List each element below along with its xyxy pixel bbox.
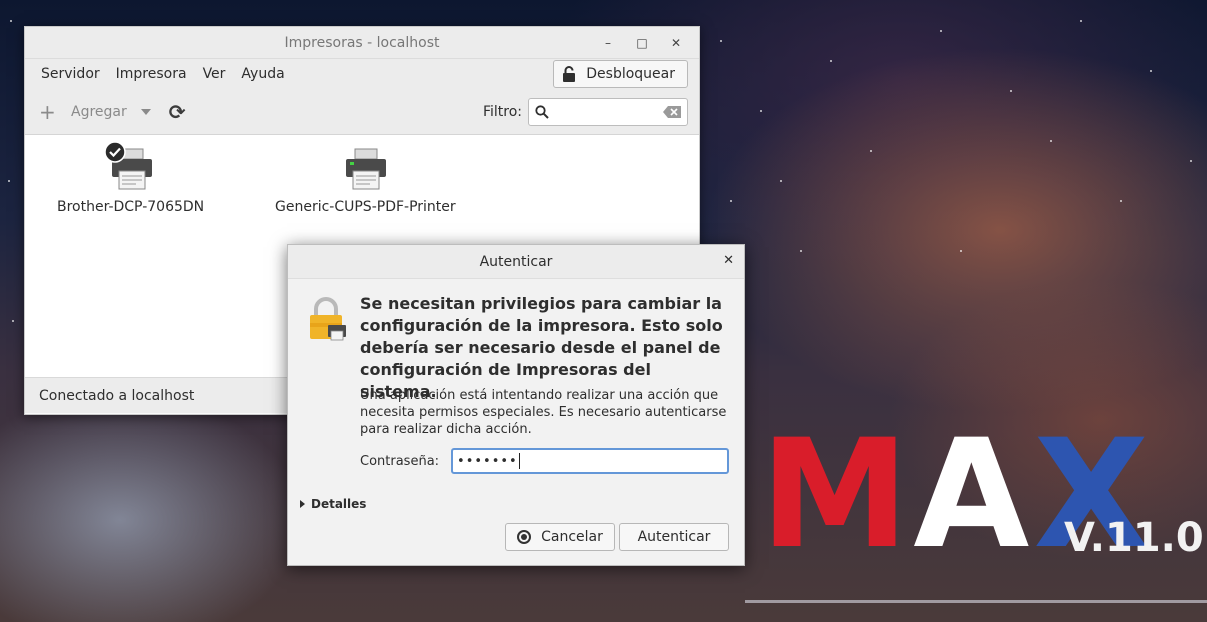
filter-input[interactable] — [528, 98, 688, 126]
filter-label: Filtro: — [482, 104, 522, 120]
password-label: Contraseña: — [360, 453, 440, 469]
expander-arrow-icon — [300, 500, 305, 508]
auth-body: Una aplicación está intentando realizar … — [360, 388, 727, 437]
minimize-button[interactable]: – — [593, 31, 623, 55]
password-value: ••••••• — [457, 453, 518, 469]
add-button[interactable]: Agregar — [71, 104, 127, 120]
refresh-icon[interactable]: ⟳ — [169, 100, 186, 124]
padlock-icon — [563, 66, 576, 82]
close-icon[interactable]: ✕ — [723, 253, 734, 268]
printer-icon — [103, 141, 156, 193]
menu-servidor[interactable]: Servidor — [33, 66, 108, 82]
add-dropdown-icon[interactable] — [140, 108, 151, 115]
search-icon — [535, 105, 549, 119]
cancel-icon — [517, 530, 532, 544]
default-check-icon — [103, 141, 126, 163]
add-icon[interactable]: + — [39, 100, 56, 124]
maximize-button[interactable]: □ — [627, 31, 657, 55]
menu-ver[interactable]: Ver — [195, 66, 234, 82]
password-row: Contraseña: ••••••• — [360, 448, 730, 474]
window-title: Impresoras - localhost — [284, 34, 440, 51]
authenticate-label: Autenticar — [637, 529, 711, 545]
printer-name: Generic-CUPS-PDF-Printer — [275, 199, 456, 215]
printer-item[interactable]: Brother-DCP-7065DN — [57, 141, 205, 215]
text-caret — [518, 453, 520, 469]
filter: Filtro: — [483, 98, 688, 126]
logo-letter-a: A — [913, 408, 1034, 582]
menu-impresora[interactable]: Impresora — [108, 66, 195, 82]
menu-ayuda[interactable]: Ayuda — [233, 66, 292, 82]
cancel-label: Cancelar — [541, 529, 603, 545]
details-expander[interactable]: Detalles — [300, 497, 366, 511]
logo-letter-m: M — [760, 408, 914, 582]
auth-dialog-titlebar[interactable]: Autenticar ✕ — [288, 245, 744, 279]
printer-item[interactable]: Generic-CUPS-PDF-Printer — [275, 143, 456, 215]
password-input[interactable]: ••••••• — [451, 448, 730, 474]
status-text: Conectado a localhost — [39, 387, 195, 404]
auth-dialog: Autenticar ✕ Se necesitan privilegios pa… — [287, 244, 745, 566]
max-version: V.11.0 — [1064, 515, 1204, 561]
clear-icon[interactable] — [663, 106, 681, 118]
menubar: Servidor Impresora Ver Ayuda Desbloquear — [25, 59, 699, 89]
details-label: Detalles — [311, 497, 367, 511]
unlock-label: Desbloquear — [586, 66, 675, 82]
cancel-button[interactable]: Cancelar — [505, 523, 615, 551]
toolbar: + Agregar ⟳ Filtro: — [25, 89, 699, 135]
printer-icon — [340, 143, 390, 193]
unlock-button[interactable]: Desbloquear — [553, 60, 688, 88]
printer-name: Brother-DCP-7065DN — [57, 199, 205, 215]
desktop-horizon — [745, 600, 1207, 603]
printers-titlebar[interactable]: Impresoras - localhost – □ ✕ — [25, 27, 699, 59]
close-button[interactable]: ✕ — [661, 31, 691, 55]
authenticate-button[interactable]: Autenticar — [619, 523, 729, 551]
window-controls: – □ ✕ — [593, 27, 691, 59]
lock-printer-icon — [308, 297, 348, 343]
auth-dialog-title: Autenticar — [479, 253, 553, 270]
